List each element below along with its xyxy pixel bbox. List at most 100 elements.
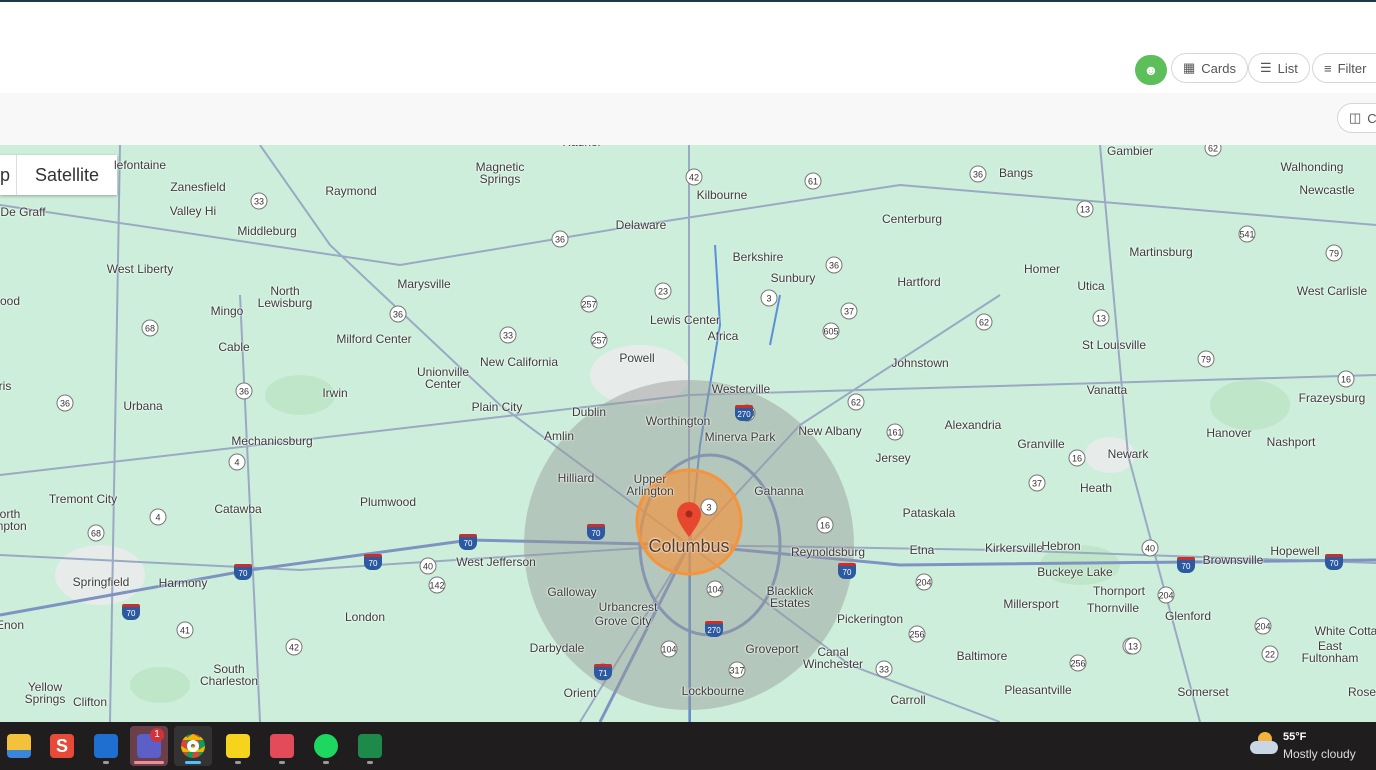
cards-label: Cards xyxy=(1201,60,1236,76)
route-shield: 40 xyxy=(419,557,437,575)
teams-button[interactable]: 1 xyxy=(130,726,168,766)
route-shield: 33 xyxy=(250,192,268,210)
columns-button[interactable]: ◫ Co xyxy=(1337,103,1376,133)
town-label: Centerburg xyxy=(881,212,943,226)
town-label: London xyxy=(344,610,386,624)
town-label: Marysville xyxy=(397,277,451,291)
route-shield: 204 xyxy=(1254,617,1272,635)
town-label: Mingo xyxy=(210,304,244,318)
town-label: Irwin xyxy=(322,386,348,400)
route-shield: 36 xyxy=(389,305,407,323)
filter-button[interactable]: ≡ Filter xyxy=(1312,53,1376,83)
file-explorer-button[interactable] xyxy=(0,726,38,766)
town-label: Radnor xyxy=(562,145,601,148)
people-filter-button[interactable]: ☻ xyxy=(1135,55,1167,85)
town-label: Utica xyxy=(1077,279,1105,293)
spotify-button[interactable] xyxy=(307,726,345,766)
route-shield: 257 xyxy=(590,331,608,349)
town-label: Alexandria xyxy=(944,418,1002,432)
town-label: Milford Center xyxy=(336,332,412,346)
chrome-button[interactable] xyxy=(174,726,212,766)
weather-description[interactable]: Mostly cloudy xyxy=(1283,747,1356,761)
town-label: Somerset xyxy=(1177,685,1229,699)
route-shield: 33 xyxy=(875,660,893,678)
town-label: New Albany xyxy=(798,424,862,438)
town-label: orth mpton xyxy=(0,507,27,533)
town-label: Middleburg xyxy=(237,224,297,238)
todoist-button[interactable] xyxy=(263,726,301,766)
town-label: South Charleston xyxy=(199,662,259,688)
town-label: Orient xyxy=(563,686,597,700)
town-label: East Fultonham xyxy=(1301,639,1359,665)
town-label: Urbana xyxy=(123,399,163,413)
town-label: New California xyxy=(479,355,559,369)
town-label: Powell xyxy=(619,351,655,365)
town-label: Martinsburg xyxy=(1129,245,1193,259)
grid-icon: ▦ xyxy=(1183,60,1196,75)
sticky-notes-button[interactable] xyxy=(219,726,257,766)
road-network xyxy=(0,145,1376,722)
town-label: Baltimore xyxy=(956,649,1008,663)
town-label: Rosev xyxy=(1347,685,1376,699)
town-label: Africa xyxy=(707,329,739,343)
spotify-icon xyxy=(314,734,338,758)
route-shield: 42 xyxy=(285,638,303,656)
taskbar: S 1 55°F Mostly cloudy xyxy=(0,722,1376,770)
town-label: Pataskala xyxy=(902,506,956,520)
town-label: Mechanicsburg xyxy=(231,434,313,448)
town-label: Thornville xyxy=(1086,601,1140,615)
list-view-button[interactable]: ☰ List xyxy=(1248,53,1310,83)
sub-toolbar: ◫ Co xyxy=(0,93,1376,145)
interstate-shield: 70 xyxy=(1325,554,1343,570)
map[interactable]: p Satellite Columbus lefontaine Zanesfiel… xyxy=(0,145,1376,722)
town-label: Plain City xyxy=(471,400,523,414)
route-shield: 42 xyxy=(685,168,703,186)
town-label: Clifton xyxy=(72,695,108,709)
town-label: Carroll xyxy=(890,693,926,707)
town-label: Plumwood xyxy=(359,495,417,509)
chrome-icon xyxy=(181,734,205,758)
town-label: Hilliard xyxy=(557,471,595,485)
town-label: Kirkersville xyxy=(984,541,1044,555)
route-shield: 62 xyxy=(975,313,993,331)
town-label: Urbancrest xyxy=(598,600,658,614)
town-label: lefontaine xyxy=(113,158,167,172)
town-label: Newark xyxy=(1107,447,1149,461)
weather-temperature[interactable]: 55°F xyxy=(1283,731,1306,743)
town-label: Walhonding xyxy=(1280,160,1344,174)
town-label: St Louisville xyxy=(1081,338,1147,352)
route-shield: 13 xyxy=(1076,200,1094,218)
town-label: Millersport xyxy=(1003,597,1059,611)
town-label: Valley Hi xyxy=(169,204,217,218)
town-label: Pleasantville xyxy=(1004,683,1072,697)
folder-icon xyxy=(7,734,31,758)
excel-button[interactable] xyxy=(351,726,389,766)
map-type-satellite-button[interactable]: Satellite xyxy=(17,155,117,195)
route-shield: 16 xyxy=(816,516,834,534)
route-shield: 41 xyxy=(176,621,194,639)
route-shield: 13 xyxy=(1124,637,1142,655)
interstate-shield: 71 xyxy=(594,664,612,680)
route-shield: 204 xyxy=(1157,586,1175,604)
map-type-map-button[interactable]: p xyxy=(0,155,18,195)
town-label: Reynoldsburg xyxy=(790,545,866,559)
town-label: Darbydale xyxy=(529,641,585,655)
columns-icon: ◫ xyxy=(1349,110,1362,125)
route-shield: 37 xyxy=(840,302,858,320)
town-label: Lewis Center xyxy=(649,313,721,327)
route-shield: 23 xyxy=(654,282,672,300)
town-label: Gambier xyxy=(1106,145,1154,158)
town-label: Granville xyxy=(1017,437,1065,451)
cards-view-button[interactable]: ▦ Cards xyxy=(1171,53,1248,83)
interstate-shield: 70 xyxy=(459,534,477,550)
interstate-shield: 70 xyxy=(838,563,856,579)
snagit-button[interactable]: S xyxy=(43,726,81,766)
town-label: Worthington xyxy=(645,414,711,428)
town-label: Springfield xyxy=(72,575,130,589)
town-label: Harmony xyxy=(158,576,208,590)
todoist-icon xyxy=(270,734,294,758)
town-label: Newcastle xyxy=(1299,183,1355,197)
town-label: Upper Arlington xyxy=(626,472,674,498)
outlook-button[interactable] xyxy=(87,726,125,766)
town-label: Minerva Park xyxy=(704,430,776,444)
